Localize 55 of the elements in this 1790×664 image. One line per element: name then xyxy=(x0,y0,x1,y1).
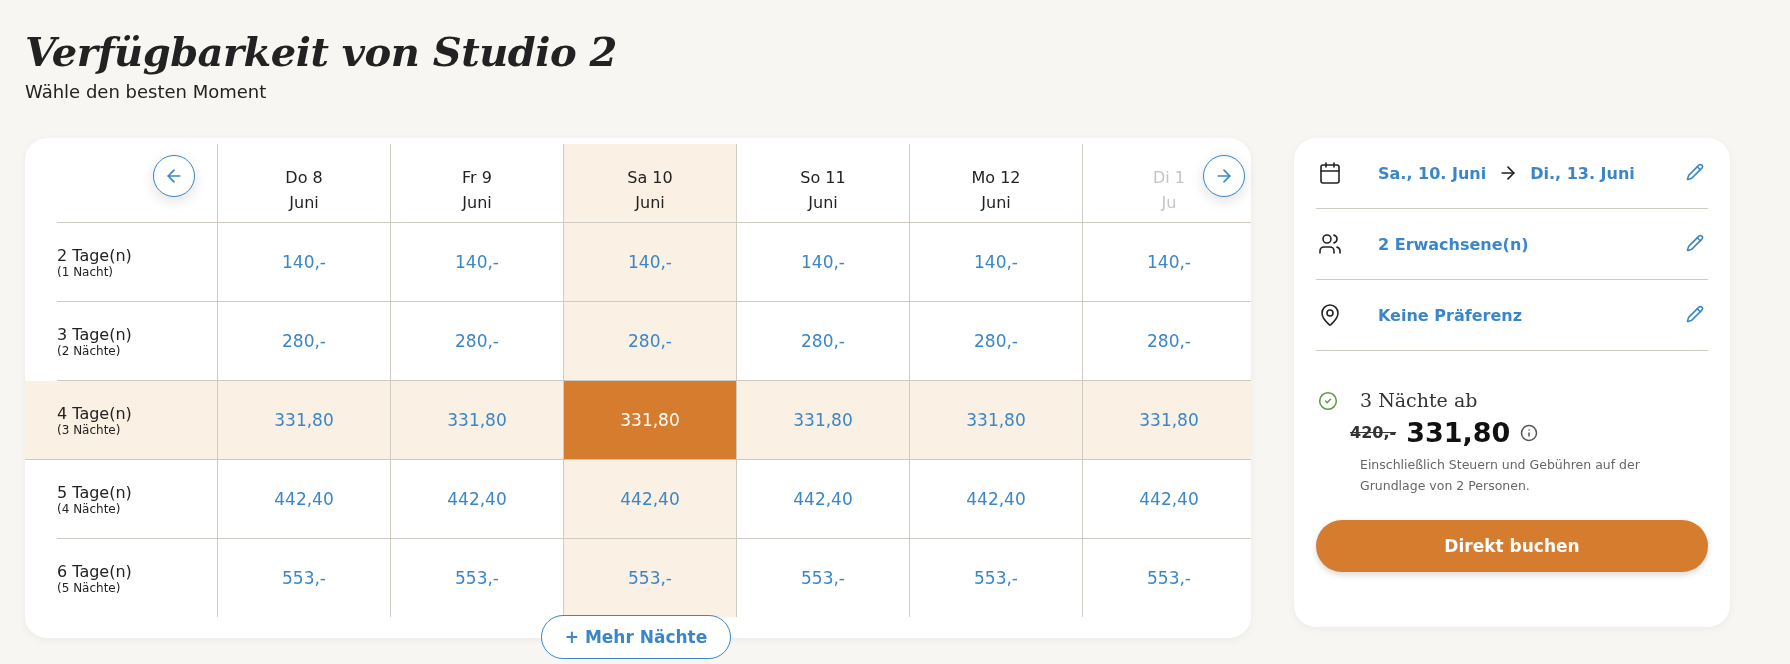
location-value[interactable]: Keine Präferenz xyxy=(1378,305,1522,325)
info-icon[interactable] xyxy=(1520,423,1539,442)
check-circle-icon xyxy=(1318,391,1338,411)
stay-length: 5 Tage(n) xyxy=(57,482,132,502)
price-cell[interactable]: 140,- xyxy=(736,223,909,301)
nights-count: (1 Nacht) xyxy=(57,264,114,279)
price-cell[interactable]: 280,- xyxy=(217,302,390,380)
selected-price-cell[interactable]: 331,80 xyxy=(563,381,736,459)
edit-button[interactable] xyxy=(1686,234,1706,254)
price-cell[interactable]: 140,- xyxy=(1082,223,1251,301)
price-cell[interactable]: 140,- xyxy=(217,223,390,301)
edit-button[interactable] xyxy=(1686,305,1706,325)
price-cell[interactable]: 553,- xyxy=(563,539,736,617)
price-note: Einschließlich Steuern und Gebühren auf der Grundlage von 2 Personen. xyxy=(1360,456,1641,495)
stay-length: 3 Tage(n) xyxy=(57,324,132,344)
stay-length: 2 Tage(n) xyxy=(57,245,132,265)
day-header: Sa 10 Juni xyxy=(563,144,736,222)
price-cell[interactable]: 280,- xyxy=(1082,302,1251,380)
price-cell[interactable]: 442,40 xyxy=(217,460,390,538)
price-cell[interactable]: 280,- xyxy=(563,302,736,380)
price-cell[interactable]: 442,40 xyxy=(736,460,909,538)
price-cell[interactable]: 140,- xyxy=(909,223,1082,301)
price-cell[interactable]: 553,- xyxy=(909,539,1082,617)
stay-length: 6 Tage(n) xyxy=(57,561,132,581)
location-pin-icon xyxy=(1318,303,1342,327)
day-header: Mo 12 Juni xyxy=(909,144,1082,222)
end-date[interactable]: Di., 13. Juni xyxy=(1530,163,1635,183)
price-cell[interactable]: 553,- xyxy=(736,539,909,617)
day-header: So 11 Juni xyxy=(736,144,909,222)
price-cell[interactable]: 280,- xyxy=(736,302,909,380)
stay-length: 4 Tage(n) xyxy=(57,403,132,423)
price-cell[interactable]: 140,- xyxy=(563,223,736,301)
nights-label: 3 Nächte ab xyxy=(1360,389,1478,411)
price-cell[interactable]: 553,- xyxy=(217,539,390,617)
nights-count: (3 Nächte) xyxy=(57,422,121,437)
old-price: 420,- xyxy=(1350,423,1397,442)
day-header: Do 8 Juni xyxy=(217,144,390,222)
page-title: Verfügbarkeit von Studio 2 xyxy=(25,28,617,75)
more-nights-button[interactable]: + Mehr Nächte xyxy=(541,615,731,659)
total-price: 331,80 xyxy=(1406,417,1511,448)
price-cell[interactable]: 280,- xyxy=(909,302,1082,380)
price-cell[interactable]: 442,40 xyxy=(1082,460,1251,538)
page-subtitle: Wähle den besten Moment xyxy=(25,81,267,102)
nights-count: (2 Nächte) xyxy=(57,343,121,358)
edit-button[interactable] xyxy=(1686,163,1706,183)
price-cell[interactable]: 442,40 xyxy=(909,460,1082,538)
nights-count: (5 Nächte) xyxy=(57,580,121,595)
nights-count: (4 Nächte) xyxy=(57,501,121,516)
start-date[interactable]: Sa., 10. Juni xyxy=(1378,163,1487,183)
price-cell[interactable]: 553,- xyxy=(1082,539,1251,617)
price-cell[interactable]: 442,40 xyxy=(563,460,736,538)
people-icon xyxy=(1318,232,1342,256)
guests-value[interactable]: 2 Erwachsene(n) xyxy=(1378,234,1529,254)
calendar-icon xyxy=(1318,161,1342,185)
book-button[interactable]: Direkt buchen xyxy=(1316,520,1708,572)
